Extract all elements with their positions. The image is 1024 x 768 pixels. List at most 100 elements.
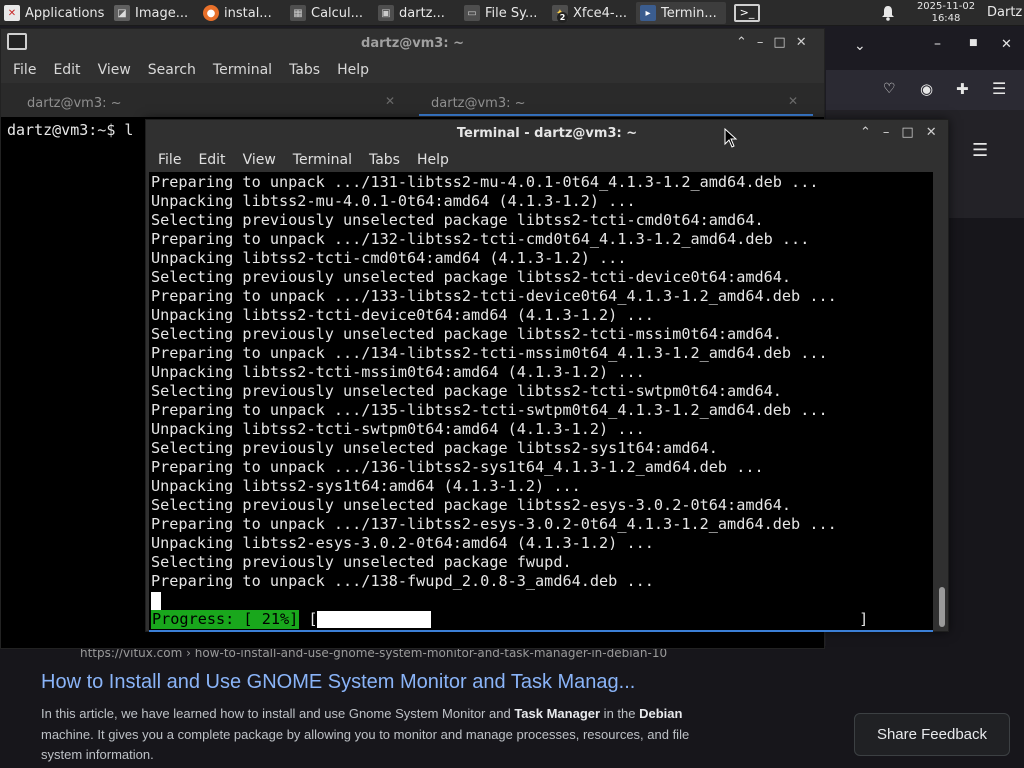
terminal-focus-line xyxy=(149,630,933,632)
maximize-icon[interactable]: ■ xyxy=(969,38,978,48)
minimize-icon[interactable]: – xyxy=(934,36,941,52)
task-label: Image... xyxy=(135,5,189,21)
image-viewer-icon: ◪ xyxy=(114,5,130,21)
task-label: dartz... xyxy=(399,5,445,21)
firefox-icon: ● xyxy=(203,5,219,21)
terminal-line: Selecting previously unselected package … xyxy=(151,268,792,286)
top-panel: ✕ Applications ◪ Image... ● instal... ▦ … xyxy=(0,0,1024,26)
progress-bracket-right: ] xyxy=(859,610,869,628)
snippet-bold: Debian xyxy=(639,706,683,721)
page-menu-icon[interactable]: ☰ xyxy=(972,140,988,161)
terminal-line: Preparing to unpack .../135-libtss2-tcti… xyxy=(151,401,828,419)
shade-icon[interactable]: ⌃ xyxy=(860,125,871,140)
task-image-viewer[interactable]: ◪ Image... xyxy=(110,2,198,24)
menu-view[interactable]: View xyxy=(243,152,276,168)
tab-2[interactable]: dartz@vm3: ~ xyxy=(431,91,526,115)
menu-search[interactable]: Search xyxy=(148,62,196,78)
close-icon[interactable]: ✕ xyxy=(1001,37,1012,52)
terminal-line: Unpacking libtss2-tcti-mssim0t64:amd64 (… xyxy=(151,363,645,381)
result-title-link[interactable]: How to Install and Use GNOME System Moni… xyxy=(41,671,635,694)
terminal-line: Unpacking libtss2-sys1t64:amd64 (4.1.3-1… xyxy=(151,477,581,495)
task-terminal[interactable]: ▸ Termin... xyxy=(636,2,726,24)
menu-edit[interactable]: Edit xyxy=(53,62,80,78)
pocket-icon[interactable]: ♡ xyxy=(883,81,896,97)
clock-time: 16:48 xyxy=(931,13,961,24)
window-title: Terminal - dartz@vm3: ~ xyxy=(456,126,638,141)
shade-icon[interactable]: ⌃ xyxy=(736,35,747,50)
terminal-line: Selecting previously unselected package … xyxy=(151,382,782,400)
terminal-line: Unpacking libtss2-tcti-cmd0t64:amd64 (4.… xyxy=(151,249,627,267)
progress-bracket-left: [ xyxy=(308,610,318,628)
snippet-text: In this article, we have learned how to … xyxy=(41,706,515,721)
notification-bell-icon[interactable] xyxy=(881,5,895,25)
menu-edit[interactable]: Edit xyxy=(198,152,225,168)
task-label: File Sy... xyxy=(485,5,538,21)
maximize-icon[interactable]: □ xyxy=(773,35,785,50)
tab-1[interactable]: dartz@vm3: ~ xyxy=(27,91,122,115)
menu-help[interactable]: Help xyxy=(417,152,449,168)
task-calculator[interactable]: ▦ Calcul... xyxy=(286,2,372,24)
menu-help[interactable]: Help xyxy=(337,62,369,78)
task-label: instal... xyxy=(224,5,272,21)
front-terminal-titlebar[interactable]: Terminal - dartz@vm3: ~ ⌃ – □ ✕ xyxy=(146,120,948,147)
progress-fill xyxy=(317,611,432,628)
front-terminal-output[interactable]: Preparing to unpack .../131-libtss2-mu-4… xyxy=(149,172,933,630)
folder-icon: ▭ xyxy=(464,5,480,21)
task-label: Xfce4-... xyxy=(573,5,627,21)
share-feedback-button[interactable]: Share Feedback xyxy=(854,713,1010,756)
xfce-icon: ✦ 2 xyxy=(552,5,568,23)
result-snippet: In this article, we have learned how to … xyxy=(41,704,721,766)
menu-view[interactable]: View xyxy=(98,62,131,78)
clock-date: 2025-11-02 xyxy=(916,1,976,12)
apt-progress: Progress: [ 21%] [ ] xyxy=(151,610,868,629)
show-desktop-button[interactable]: >_ xyxy=(730,2,764,24)
menu-file[interactable]: File xyxy=(13,62,36,78)
shell-prompt: dartz@vm3:~$ l xyxy=(7,121,133,139)
image-icon: ▣ xyxy=(378,5,394,21)
front-terminal-window[interactable]: Terminal - dartz@vm3: ~ ⌃ – □ ✕ File Edi… xyxy=(145,119,949,632)
terminal-line: Selecting previously unselected package … xyxy=(151,553,572,571)
front-terminal-menubar: File Edit View Terminal Tabs Help xyxy=(146,147,948,172)
minimize-icon[interactable]: – xyxy=(883,125,890,140)
tab-label: dartz@vm3: ~ xyxy=(27,95,122,111)
snippet-bold: Task Manager xyxy=(514,706,601,721)
task-image[interactable]: ▣ dartz... xyxy=(374,2,458,24)
hamburger-menu-icon[interactable]: ☰ xyxy=(992,79,1006,98)
tab-close-icon[interactable]: ✕ xyxy=(385,94,395,108)
browser-toolbar: ♡ ◉ ✚ ☰ xyxy=(826,70,1024,110)
scrollbar-thumb[interactable] xyxy=(939,587,945,627)
maximize-icon[interactable]: □ xyxy=(901,125,913,140)
extensions-icon[interactable]: ✚ xyxy=(956,80,969,98)
window-controls: ⌃ – □ ✕ xyxy=(860,125,937,140)
terminal-scrollbar[interactable] xyxy=(936,172,948,630)
terminal-line: Unpacking libtss2-tcti-swtpm0t64:amd64 (… xyxy=(151,420,645,438)
back-terminal-titlebar[interactable]: dartz@vm3: ~ ⌃ – □ ✕ xyxy=(1,29,824,57)
user-menu[interactable]: Dartz xyxy=(987,5,1022,20)
terminal-launcher-icon: >_ xyxy=(734,4,760,22)
applications-menu[interactable]: ✕ Applications xyxy=(0,2,106,24)
task-xfce4[interactable]: ✦ 2 Xfce4-... xyxy=(548,2,634,24)
close-icon[interactable]: ✕ xyxy=(796,35,807,50)
tab-label: dartz@vm3: ~ xyxy=(431,95,526,111)
back-terminal-tabbar: dartz@vm3: ~ ✕ dartz@vm3: ~ ✕ xyxy=(1,83,824,117)
clock[interactable]: 2025-11-02 16:48 xyxy=(904,1,988,25)
menu-terminal[interactable]: Terminal xyxy=(293,152,352,168)
task-label: Calcul... xyxy=(311,5,364,21)
tab-close-icon[interactable]: ✕ xyxy=(788,94,798,108)
browser-titlebar: ⌄ – ■ ✕ xyxy=(826,26,1024,70)
chevron-down-icon[interactable]: ⌄ xyxy=(854,38,866,54)
terminal-line: Selecting previously unselected package … xyxy=(151,325,782,343)
window-controls: ⌃ – □ ✕ xyxy=(736,35,807,50)
task-firefox[interactable]: ● instal... xyxy=(199,2,284,24)
snippet-text: machine. It gives you a complete package… xyxy=(41,726,690,763)
applications-label: Applications xyxy=(25,5,105,21)
account-icon[interactable]: ◉ xyxy=(920,80,933,98)
menu-tabs[interactable]: Tabs xyxy=(289,62,320,78)
menu-terminal[interactable]: Terminal xyxy=(213,62,272,78)
menu-tabs[interactable]: Tabs xyxy=(369,152,400,168)
menu-file[interactable]: File xyxy=(158,152,181,168)
minimize-icon[interactable]: – xyxy=(757,35,764,50)
terminal-line: Selecting previously unselected package … xyxy=(151,439,718,457)
close-icon[interactable]: ✕ xyxy=(926,125,937,140)
task-file-system[interactable]: ▭ File Sy... xyxy=(460,2,546,24)
